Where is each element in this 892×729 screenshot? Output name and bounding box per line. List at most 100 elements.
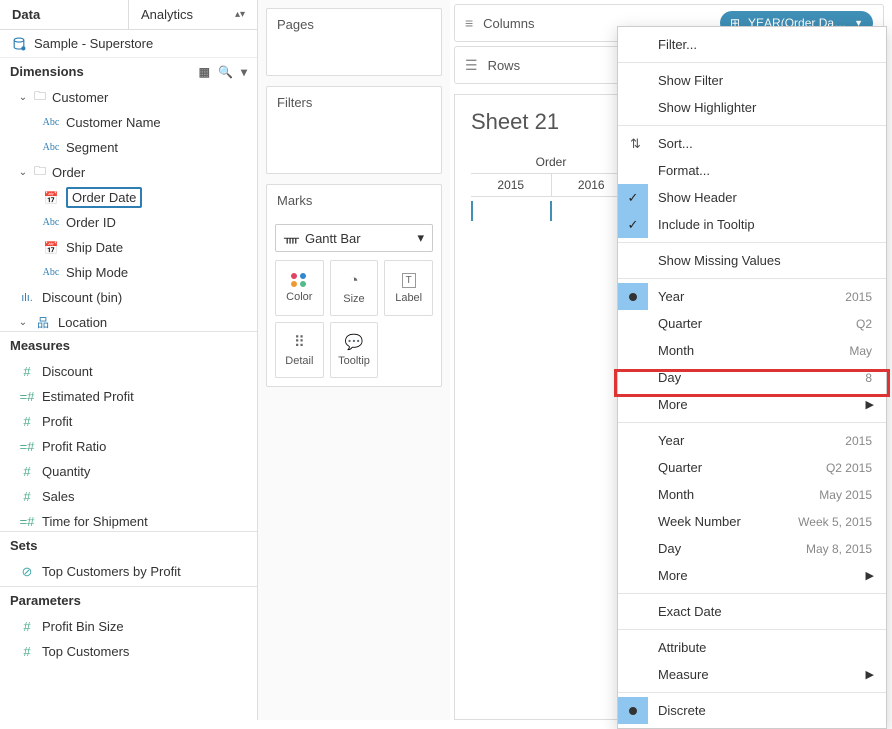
number-icon: # bbox=[18, 464, 36, 479]
chevron-right-icon: ▶ bbox=[866, 569, 874, 582]
sort-icon: ▴▾ bbox=[235, 9, 245, 20]
rows-icon: ☰ bbox=[465, 57, 478, 74]
cards-column: Pages Filters Marks ᚄGantt Bar ▾ Color ◔… bbox=[258, 0, 450, 720]
number-icon: =# bbox=[18, 389, 36, 404]
number-icon: # bbox=[18, 619, 36, 634]
search-icon[interactable]: 🔍 bbox=[218, 65, 233, 79]
bin-icon: ılı. bbox=[18, 292, 36, 304]
field-quantity[interactable]: #Quantity bbox=[0, 459, 257, 484]
menu-day-trunc[interactable]: DayMay 8, 2015 bbox=[618, 535, 886, 562]
tooltip-icon: 💬 bbox=[345, 333, 364, 351]
folder-customer[interactable]: ⌄🗀Customer bbox=[0, 85, 257, 110]
check-icon: ✓ bbox=[618, 211, 648, 238]
field-order-id[interactable]: AbcOrder ID bbox=[0, 210, 257, 235]
date-icon: 📅 bbox=[42, 191, 60, 205]
date-icon: 📅 bbox=[42, 241, 60, 255]
sets-header: Sets bbox=[0, 532, 257, 559]
param-profit-bin[interactable]: #Profit Bin Size bbox=[0, 614, 257, 639]
view-icon[interactable]: ▦ bbox=[199, 65, 210, 79]
field-customer-name[interactable]: AbcCustomer Name bbox=[0, 110, 257, 135]
header-2015[interactable]: 2015 bbox=[471, 174, 551, 196]
menu-exact-date[interactable]: Exact Date bbox=[618, 598, 886, 625]
measures-header: Measures bbox=[0, 332, 257, 359]
mark-type-dropdown[interactable]: ᚄGantt Bar ▾ bbox=[275, 224, 433, 252]
menu-icon[interactable]: ▾ bbox=[241, 65, 247, 79]
field-segment[interactable]: AbcSegment bbox=[0, 135, 257, 160]
field-profit[interactable]: #Profit bbox=[0, 409, 257, 434]
menu-quarter-trunc[interactable]: QuarterQ2 2015 bbox=[618, 454, 886, 481]
menu-month-trunc[interactable]: MonthMay 2015 bbox=[618, 481, 886, 508]
chevron-right-icon: ▶ bbox=[866, 398, 874, 411]
menu-week-trunc[interactable]: Week NumberWeek 5, 2015 bbox=[618, 508, 886, 535]
datasource-row[interactable]: Sample - Superstore bbox=[0, 30, 257, 58]
tab-analytics[interactable]: Analytics▴▾ bbox=[128, 0, 257, 29]
menu-day-part[interactable]: Day8 bbox=[618, 364, 886, 391]
text-icon: Abc bbox=[42, 142, 60, 153]
columns-icon: ≡ bbox=[465, 15, 473, 31]
field-profit-ratio[interactable]: =#Profit Ratio bbox=[0, 434, 257, 459]
pages-card[interactable]: Pages bbox=[266, 8, 442, 76]
field-sales[interactable]: #Sales bbox=[0, 484, 257, 509]
menu-sort[interactable]: ⇅Sort... bbox=[618, 130, 886, 157]
number-icon: # bbox=[18, 644, 36, 659]
field-discount-bin[interactable]: ılı.Discount (bin) bbox=[0, 285, 257, 310]
field-ship-mode[interactable]: AbcShip Mode bbox=[0, 260, 257, 285]
set-top-customers[interactable]: ⊘Top Customers by Profit bbox=[0, 559, 257, 584]
field-discount[interactable]: #Discount bbox=[0, 359, 257, 384]
menu-month-part[interactable]: MonthMay bbox=[618, 337, 886, 364]
chevron-down-icon: ▾ bbox=[417, 230, 424, 246]
dimensions-header: Dimensions ▦ 🔍 ▾ bbox=[0, 58, 257, 85]
set-icon: ⊘ bbox=[18, 564, 36, 580]
number-icon: =# bbox=[18, 439, 36, 454]
menu-year-part[interactable]: Year2015 bbox=[618, 283, 886, 310]
menu-format[interactable]: Format... bbox=[618, 157, 886, 184]
filters-card[interactable]: Filters bbox=[266, 86, 442, 174]
text-icon: Abc bbox=[42, 217, 60, 228]
chevron-right-icon: ▶ bbox=[866, 668, 874, 681]
number-icon: # bbox=[18, 364, 36, 379]
menu-year-trunc[interactable]: Year2015 bbox=[618, 427, 886, 454]
rows-label: Rows bbox=[488, 58, 521, 73]
menu-show-header[interactable]: ✓Show Header bbox=[618, 184, 886, 211]
menu-more-2[interactable]: More▶ bbox=[618, 562, 886, 589]
menu-attribute[interactable]: Attribute bbox=[618, 634, 886, 661]
menu-filter[interactable]: Filter... bbox=[618, 31, 886, 58]
marks-tooltip[interactable]: 💬Tooltip bbox=[330, 322, 379, 378]
sort-icon: ⇅ bbox=[630, 136, 641, 152]
number-icon: =# bbox=[18, 514, 36, 529]
datasource-icon bbox=[12, 37, 26, 51]
marks-color[interactable]: Color bbox=[275, 260, 324, 316]
menu-quarter-part[interactable]: QuarterQ2 bbox=[618, 310, 886, 337]
menu-show-filter[interactable]: Show Filter bbox=[618, 67, 886, 94]
data-pane: Data Analytics▴▾ Sample - Superstore Dim… bbox=[0, 0, 258, 720]
size-icon: ◔ bbox=[349, 272, 358, 289]
dimensions-tree: ⌄🗀Customer AbcCustomer Name AbcSegment ⌄… bbox=[0, 85, 257, 329]
menu-show-missing[interactable]: Show Missing Values bbox=[618, 247, 886, 274]
measures-tree: #Discount =#Estimated Profit #Profit =#P… bbox=[0, 359, 257, 529]
menu-include-tooltip[interactable]: ✓Include in Tooltip bbox=[618, 211, 886, 238]
text-icon: Abc bbox=[42, 267, 60, 278]
menu-show-highlighter[interactable]: Show Highlighter bbox=[618, 94, 886, 121]
menu-more-1[interactable]: More▶ bbox=[618, 391, 886, 418]
marks-label[interactable]: TLabel bbox=[384, 260, 433, 316]
field-est-profit[interactable]: =#Estimated Profit bbox=[0, 384, 257, 409]
menu-measure[interactable]: Measure▶ bbox=[618, 661, 886, 688]
color-icon bbox=[291, 273, 307, 287]
text-icon: Abc bbox=[42, 117, 60, 128]
param-top-customers[interactable]: #Top Customers bbox=[0, 639, 257, 664]
folder-location[interactable]: ⌄品Location bbox=[0, 310, 257, 329]
marks-detail[interactable]: ⠿Detail bbox=[275, 322, 324, 378]
field-ship-date[interactable]: 📅Ship Date bbox=[0, 235, 257, 260]
gantt-icon: ᚄ bbox=[284, 230, 299, 246]
tab-data[interactable]: Data bbox=[0, 0, 128, 29]
hierarchy-icon: 品 bbox=[34, 314, 52, 329]
number-icon: # bbox=[18, 489, 36, 504]
marks-size[interactable]: ◔Size bbox=[330, 260, 379, 316]
field-time-shipment[interactable]: =#Time for Shipment bbox=[0, 509, 257, 529]
radio-icon bbox=[618, 283, 648, 310]
folder-order[interactable]: ⌄🗀Order bbox=[0, 160, 257, 185]
folder-icon: 🗀 bbox=[34, 162, 46, 183]
label-icon: T bbox=[402, 273, 416, 288]
columns-label: Columns bbox=[483, 16, 534, 31]
field-order-date[interactable]: 📅Order Date bbox=[0, 185, 257, 210]
